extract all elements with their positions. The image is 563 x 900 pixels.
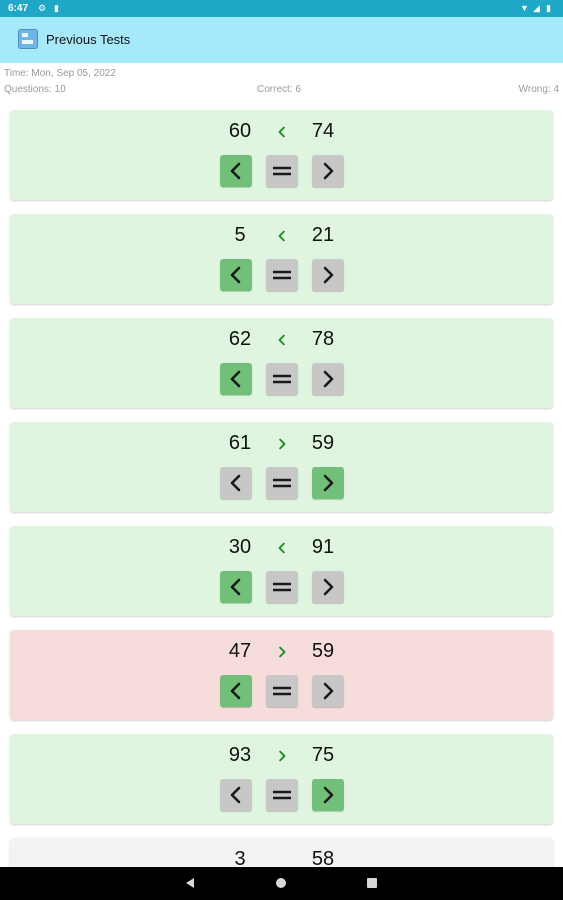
right-number: 91 <box>311 536 335 558</box>
less-than-button[interactable] <box>220 675 252 707</box>
less-than-answer-icon <box>272 122 292 142</box>
status-bar: 6:47 ⚙ ▮ ▼ ◢ ▮ <box>0 0 563 17</box>
wifi-icon: ▼ <box>520 3 529 13</box>
back-nav-icon[interactable] <box>186 878 194 888</box>
greater-than-button[interactable] <box>312 467 344 499</box>
less-than-button[interactable] <box>220 363 252 395</box>
greater-than-button[interactable] <box>312 363 344 395</box>
equal-button[interactable] <box>266 571 298 603</box>
less-than-button[interactable] <box>220 259 252 291</box>
test-card: 5 21 <box>10 214 553 304</box>
greater-than-button[interactable] <box>312 571 344 603</box>
correct-count: Correct: 6 <box>257 84 301 95</box>
equal-icon <box>273 374 291 384</box>
less-than-icon <box>230 682 241 700</box>
right-number: 74 <box>311 120 335 142</box>
left-number: 93 <box>228 744 252 766</box>
equal-icon <box>273 478 291 488</box>
less-than-icon <box>230 370 241 388</box>
greater-than-button[interactable] <box>312 779 344 811</box>
test-card: 47 59 <box>10 630 553 720</box>
questions-count: Questions: 10 <box>4 84 66 95</box>
test-card: 30 91 <box>10 526 553 616</box>
status-time: 6:47 <box>8 3 29 14</box>
left-number: 30 <box>228 536 252 558</box>
recents-nav-icon[interactable] <box>367 878 377 888</box>
greater-than-icon <box>323 266 334 284</box>
app-bar: Previous Tests <box>0 17 563 63</box>
equal-button[interactable] <box>266 155 298 187</box>
right-number: 78 <box>311 328 335 350</box>
test-list[interactable]: 60 74 5 21 62 78 61 59 30 91 47 59 93 75 3 58 <box>0 100 563 867</box>
navigation-bar <box>0 867 563 900</box>
sd-card-status-icon: ▮ <box>54 3 59 13</box>
right-number: 75 <box>311 744 335 766</box>
right-number: 21 <box>311 224 335 246</box>
less-than-answer-icon <box>272 226 292 246</box>
test-card: 61 59 <box>10 422 553 512</box>
less-than-icon <box>230 786 241 804</box>
equal-icon <box>273 686 291 696</box>
battery-icon: ▮ <box>546 3 551 13</box>
left-number: 61 <box>228 432 252 454</box>
equal-icon <box>273 582 291 592</box>
right-number: 58 <box>311 848 335 867</box>
equal-button[interactable] <box>266 675 298 707</box>
test-card: 93 75 <box>10 734 553 824</box>
left-number: 62 <box>228 328 252 350</box>
less-than-answer-icon <box>272 330 292 350</box>
signal-icon: ◢ <box>533 3 540 13</box>
greater-than-icon <box>323 578 334 596</box>
less-than-button[interactable] <box>220 571 252 603</box>
equal-icon <box>273 166 291 176</box>
left-number: 47 <box>228 640 252 662</box>
greater-than-icon <box>323 786 334 804</box>
less-than-icon <box>230 266 241 284</box>
test-card: 62 78 <box>10 318 553 408</box>
less-than-button[interactable] <box>220 155 252 187</box>
greater-than-icon <box>323 162 334 180</box>
equal-icon <box>273 790 291 800</box>
test-time: Time: Mon, Sep 05, 2022 <box>4 68 116 79</box>
less-than-icon <box>230 162 241 180</box>
greater-than-button[interactable] <box>312 155 344 187</box>
greater-than-button[interactable] <box>312 675 344 707</box>
left-number: 60 <box>228 120 252 142</box>
equal-button[interactable] <box>266 467 298 499</box>
greater-than-answer-icon <box>272 434 292 454</box>
less-than-button[interactable] <box>220 779 252 811</box>
test-card: 3 58 <box>10 838 553 867</box>
greater-than-icon <box>323 370 334 388</box>
right-number: 59 <box>311 432 335 454</box>
page-title: Previous Tests <box>46 32 131 47</box>
less-than-button[interactable] <box>220 467 252 499</box>
greater-than-button[interactable] <box>312 259 344 291</box>
greater-than-answer-icon <box>272 642 292 662</box>
less-than-answer-icon <box>272 538 292 558</box>
less-than-icon <box>230 578 241 596</box>
equal-icon <box>273 270 291 280</box>
right-number: 59 <box>311 640 335 662</box>
less-than-icon <box>230 474 241 492</box>
settings-status-icon: ⚙ <box>38 3 47 13</box>
test-card: 60 74 <box>10 110 553 200</box>
left-number: 3 <box>234 848 246 867</box>
wrong-count: Wrong: 4 <box>518 84 559 95</box>
greater-than-icon <box>323 474 334 492</box>
left-number: 5 <box>234 224 246 246</box>
equal-button[interactable] <box>266 779 298 811</box>
home-nav-icon[interactable] <box>276 878 286 888</box>
greater-than-answer-icon <box>272 746 292 766</box>
equal-button[interactable] <box>266 259 298 291</box>
greater-than-icon <box>323 682 334 700</box>
equal-button[interactable] <box>266 363 298 395</box>
app-logo-icon <box>18 29 38 49</box>
